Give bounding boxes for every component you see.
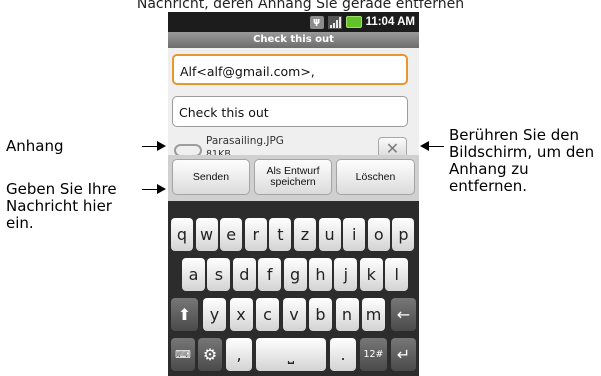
status-time: 11:04 AM (365, 16, 415, 28)
key-s[interactable]: s (207, 258, 231, 291)
key-k[interactable]: k (359, 258, 383, 291)
key-g[interactable]: g (283, 258, 307, 291)
key-h[interactable]: h (309, 258, 332, 291)
signal-icon (327, 15, 342, 29)
subject-field[interactable]: Check this out (172, 96, 408, 127)
key-y[interactable]: y (203, 298, 226, 331)
annotation-message: Geben Sie Ihre Nachricht hier ein. (6, 180, 117, 232)
comma-key[interactable]: , (226, 338, 252, 371)
key-j[interactable]: j (334, 258, 358, 291)
attachment-name: Parasailing.JPG (206, 135, 284, 147)
to-field[interactable]: Alf<alf@gmail.com>, (172, 54, 408, 85)
settings-key[interactable]: ⚙ (198, 338, 222, 371)
key-p[interactable]: p (392, 218, 415, 251)
send-button[interactable]: Senden (172, 159, 250, 195)
key-i[interactable]: i (343, 218, 366, 251)
annotation-attachment: Anhang (6, 137, 64, 155)
period-key[interactable]: . (330, 338, 356, 371)
usb-icon: ψ (309, 15, 324, 29)
delete-key[interactable]: ← (391, 298, 416, 331)
discard-button[interactable]: Löschen (336, 159, 415, 195)
key-c[interactable]: c (256, 298, 279, 331)
key-e[interactable]: e (220, 218, 243, 251)
phone-screen: ψ 11:04 AM Check this out Alf<alf@gmail.… (168, 12, 419, 376)
key-t[interactable]: t (269, 218, 292, 251)
space-key[interactable]: ⎵ (256, 338, 326, 371)
symbols-key[interactable]: 12# (360, 338, 387, 371)
key-r[interactable]: r (244, 218, 267, 251)
key-n[interactable]: n (335, 298, 359, 331)
key-w[interactable]: w (195, 218, 218, 251)
soft-keyboard: qwertzuiop asdfghjkl yxcvbnm ⬆ ← ⌨ ⚙ , ⎵… (168, 201, 419, 376)
annotation-remove: Berühren Sie den Bildschirm, um den Anha… (449, 126, 595, 195)
key-a[interactable]: a (182, 258, 205, 291)
key-v[interactable]: v (282, 298, 306, 331)
annotation-arrow-message (142, 184, 166, 194)
enter-key[interactable]: ↵ (391, 338, 416, 371)
annotation-arrow-attachment (142, 141, 166, 151)
status-bar: ψ 11:04 AM (168, 12, 419, 32)
key-o[interactable]: o (367, 218, 390, 251)
battery-icon (345, 16, 362, 28)
key-q[interactable]: q (171, 218, 193, 251)
keyboard-icon[interactable]: ⌨ (171, 338, 195, 371)
key-x[interactable]: x (229, 298, 253, 331)
save-draft-button[interactable]: Als Entwurf speichern (254, 159, 332, 195)
screen-title: Check this out (168, 32, 419, 48)
key-l[interactable]: l (385, 258, 409, 291)
annotation-arrow-remove (420, 141, 444, 151)
key-u[interactable]: u (318, 218, 341, 251)
top-caption: Nachricht, deren Anhang Sie gerade entfe… (136, 0, 465, 12)
key-b[interactable]: b (309, 298, 332, 331)
action-bar: Senden Als Entwurf speichern Löschen (168, 155, 419, 201)
key-z[interactable]: z (294, 218, 316, 251)
key-m[interactable]: m (362, 298, 385, 331)
key-d[interactable]: d (232, 258, 256, 291)
key-f[interactable]: f (258, 258, 282, 291)
shift-key[interactable]: ⬆ (171, 298, 198, 331)
